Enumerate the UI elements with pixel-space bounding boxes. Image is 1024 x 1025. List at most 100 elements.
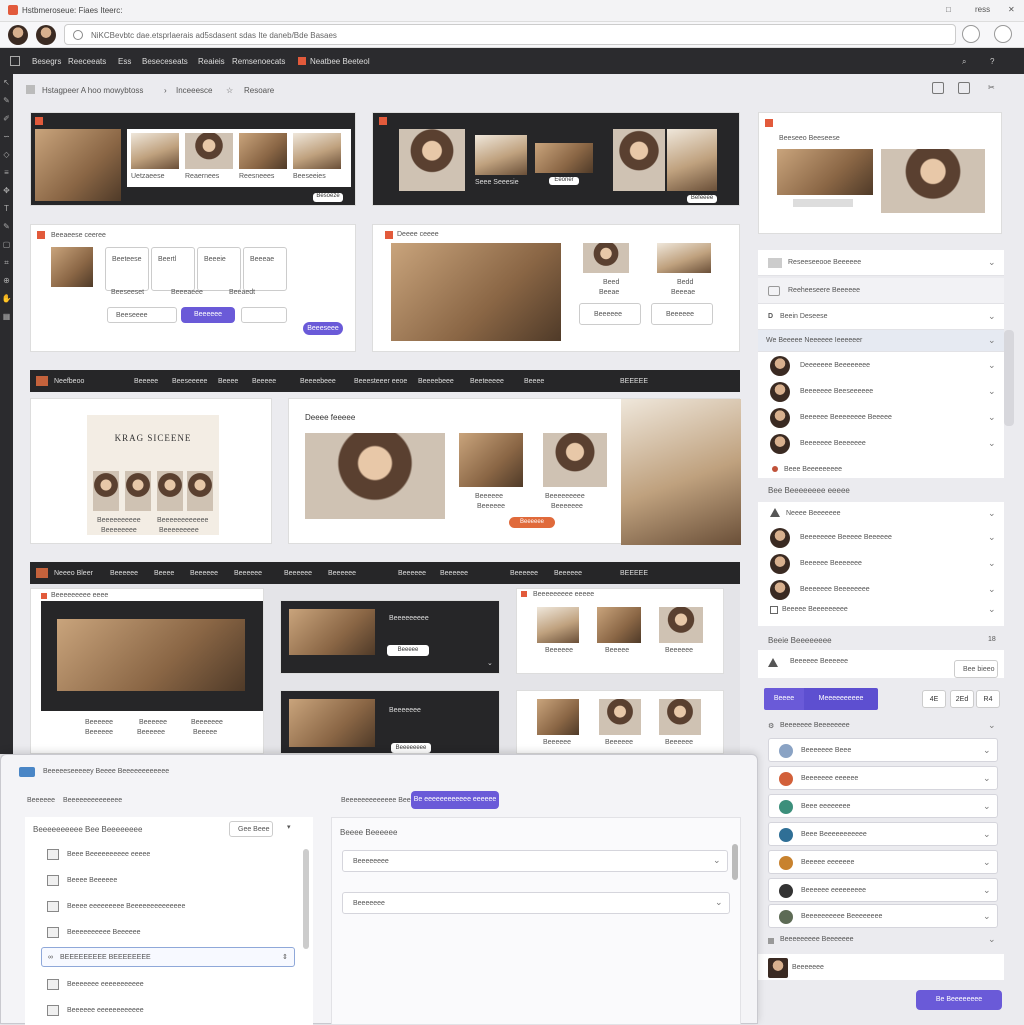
list-item[interactable]: Beeeee eeeeeee ⌄	[768, 850, 998, 874]
panel-row[interactable]: Reeheeseere Beeeeee	[758, 278, 1004, 304]
chevron-down-icon[interactable]: ⌄	[983, 857, 991, 868]
tile[interactable]: Beeteese	[105, 247, 149, 291]
tab-secondary[interactable]: Beeeeeeeeeeeeee	[63, 797, 122, 804]
person-name[interactable]: Deeeeeee Beeeeeeee	[800, 362, 870, 369]
list-item[interactable]: Beeee Beeeeee	[67, 877, 117, 884]
person-name[interactable]: Beee Beeeeeeeee	[784, 466, 842, 473]
page-button[interactable]: 2Ed	[950, 690, 974, 708]
nav-item[interactable]: Beeeeee	[328, 570, 356, 577]
nav-item[interactable]: Beeee	[218, 378, 238, 385]
template-card[interactable]: Beeseeo Beeseese	[758, 112, 1002, 234]
chevron-down-icon[interactable]: ⌄	[988, 584, 996, 595]
person-name[interactable]: Beeeeeee Beeeeeee	[800, 440, 866, 447]
person-name[interactable]: Beeeeeee Beeeeeeee	[800, 586, 870, 593]
primary-action-button[interactable]: Be Beeeeeeee	[916, 990, 1002, 1010]
chevron-down-icon[interactable]: ⌄	[988, 532, 996, 543]
hand-icon[interactable]: ✋	[0, 290, 13, 308]
view-icon[interactable]	[932, 82, 944, 94]
help-icon[interactable]: ?	[990, 57, 994, 66]
filter-button[interactable]: Gee Beee	[229, 821, 273, 837]
extensions-icon[interactable]	[962, 25, 980, 43]
nav-item[interactable]: Beeeeee	[398, 570, 426, 577]
tab-right[interactable]: Beeeeeeeeeeeee Bee	[341, 797, 411, 804]
shape-icon[interactable]: ◇	[0, 146, 13, 164]
chevron-down-icon[interactable]: ⌄	[988, 412, 996, 423]
tab-insert[interactable]: Inceeesce	[176, 86, 212, 95]
chevron-down-icon[interactable]: ⌄	[988, 604, 996, 615]
tab-b[interactable]: Meeeeeeeeee	[804, 688, 878, 710]
scrollbar[interactable]	[1004, 330, 1014, 426]
template-card[interactable]: Deeee ceeee Beed Beeae Bedd Beeeae Beeee…	[372, 224, 740, 352]
avatar[interactable]	[8, 25, 28, 45]
card-button[interactable]: Beeeeeeee	[391, 743, 431, 753]
tile[interactable]: Beeeae	[243, 247, 287, 291]
chevron-down-icon[interactable]: ⌄	[713, 855, 721, 866]
nav-item[interactable]: Beeee	[524, 378, 544, 385]
crop-icon[interactable]: ⌗	[0, 254, 13, 272]
chevron-down-icon[interactable]: ⌄	[988, 508, 996, 519]
nav-item[interactable]: Beeeeee	[234, 570, 262, 577]
template-card[interactable]: Beeeeeeeee eeee Beeeeee Beeeeee Beeeeee …	[30, 588, 264, 754]
menu-item[interactable]: Beseceseats	[142, 57, 188, 66]
person-name[interactable]: Beeeeeee Beeseeeeee	[800, 388, 873, 395]
nav-item[interactable]: Beeee	[154, 570, 174, 577]
link-icon[interactable]: ∽	[0, 128, 13, 146]
nav-item[interactable]: Beeeebeee	[300, 378, 336, 385]
menu-item[interactable]: Ess	[118, 57, 131, 66]
template-card[interactable]: Beeeeeeeee eeeee Beeeeee Beeeee Beeeeee	[516, 588, 724, 674]
chevron-down-icon[interactable]: ⌄	[988, 438, 996, 449]
option-button[interactable]	[241, 307, 287, 323]
nav-item[interactable]: Beeeee	[134, 378, 158, 385]
chevron-down-icon[interactable]: ⌄	[988, 311, 996, 322]
search-icon[interactable]: ⌕	[962, 57, 966, 67]
chevron-down-icon[interactable]: ⌄	[983, 773, 991, 784]
option-button[interactable]: Bee bieeo	[954, 660, 998, 678]
template-card[interactable]: Beeeeee Beeeeee Beeeeee	[516, 690, 724, 754]
panel-row[interactable]: Reseeseeooe Beeeeee ⌄	[758, 250, 1004, 276]
person-name[interactable]: Beeeeee Beeeeeeee Beeeee	[800, 414, 892, 421]
sort-icon[interactable]: ▾	[287, 823, 291, 831]
tile[interactable]: Beertl	[151, 247, 195, 291]
text-icon[interactable]: T	[0, 200, 13, 218]
frame-icon[interactable]: ▢	[0, 236, 13, 254]
option-button[interactable]: Beeeeee	[651, 303, 713, 325]
template-card[interactable]: Beeeeeeeee Beeeee ⌄	[280, 600, 500, 674]
list-item[interactable]: Beee eeeeeeee ⌄	[768, 794, 998, 818]
selected-item[interactable]: ∞ BEEEEEEEEE BEEEEEEEE ⇕	[41, 947, 295, 967]
chevron-down-icon[interactable]: ⌄	[988, 360, 996, 371]
panel-row[interactable]: We Beeeee Neeeeee Ieeeeeer ⌄	[758, 330, 1004, 352]
url-field[interactable]: NiKCBevbtc dae.etsprlaerais ad5sdasent s…	[64, 24, 956, 45]
list-item[interactable]: Beeeeeeeeee Beeeeeeee ⌄	[768, 904, 998, 928]
panel-row[interactable]: Beeeeee Beeeeee Bee bieeo	[758, 650, 1004, 678]
list-item[interactable]: Beeeeeee eeeeee ⌄	[768, 766, 998, 790]
chevron-down-icon[interactable]: ⌄	[983, 885, 991, 896]
card-button[interactable]: Besoeze	[313, 193, 343, 202]
list-item[interactable]: Beee Beeeeeeeeeee ⌄	[768, 822, 998, 846]
tab-resources[interactable]: Resoare	[244, 86, 274, 95]
menu-item[interactable]: Reeceeats	[68, 57, 106, 66]
tab-primary[interactable]: Beeeeee	[27, 797, 55, 804]
feature-card[interactable]: Deeee feeeee Beeeeee Beeeeee Beeeeeeeee …	[288, 398, 741, 545]
option-button[interactable]: Beeeeee	[579, 303, 641, 325]
chevron-down-icon[interactable]: ⌄	[988, 934, 996, 945]
share-icon[interactable]	[958, 82, 970, 94]
menu-item[interactable]: Remsenoecats	[232, 57, 285, 66]
template-card[interactable]: Beeeeeee Beeeeeeee	[280, 690, 500, 754]
chevron-down-icon[interactable]: ⌄	[988, 558, 996, 569]
tab-a[interactable]: Beeee	[764, 688, 804, 710]
pen-icon[interactable]: ✐	[0, 110, 13, 128]
list-item[interactable]: Beeeeeee eeeeeeeeeee	[67, 981, 144, 988]
list-item[interactable]: Beeeeee eeeeeeeeeeee	[67, 1007, 144, 1014]
tile[interactable]: Beeeie	[197, 247, 241, 291]
page-button[interactable]: 4E	[922, 690, 946, 708]
person-name[interactable]: Beeeeeeee Beeeee Beeeeee	[800, 534, 892, 541]
window-menu-label[interactable]: ress	[975, 5, 990, 14]
brush-icon[interactable]: ✎	[0, 218, 13, 236]
chevron-down-icon[interactable]: ⌄	[983, 801, 991, 812]
zoom-icon[interactable]: ⊕	[0, 272, 13, 290]
panel-row[interactable]: D Beein Deseese ⌄	[758, 304, 1004, 330]
nav-item[interactable]: BEEEEE	[620, 570, 648, 577]
nav-item[interactable]: Beeteeeee	[470, 378, 504, 385]
menu-item[interactable]: Reaieis	[198, 57, 225, 66]
nav-item[interactable]: Beeeeee	[190, 570, 218, 577]
